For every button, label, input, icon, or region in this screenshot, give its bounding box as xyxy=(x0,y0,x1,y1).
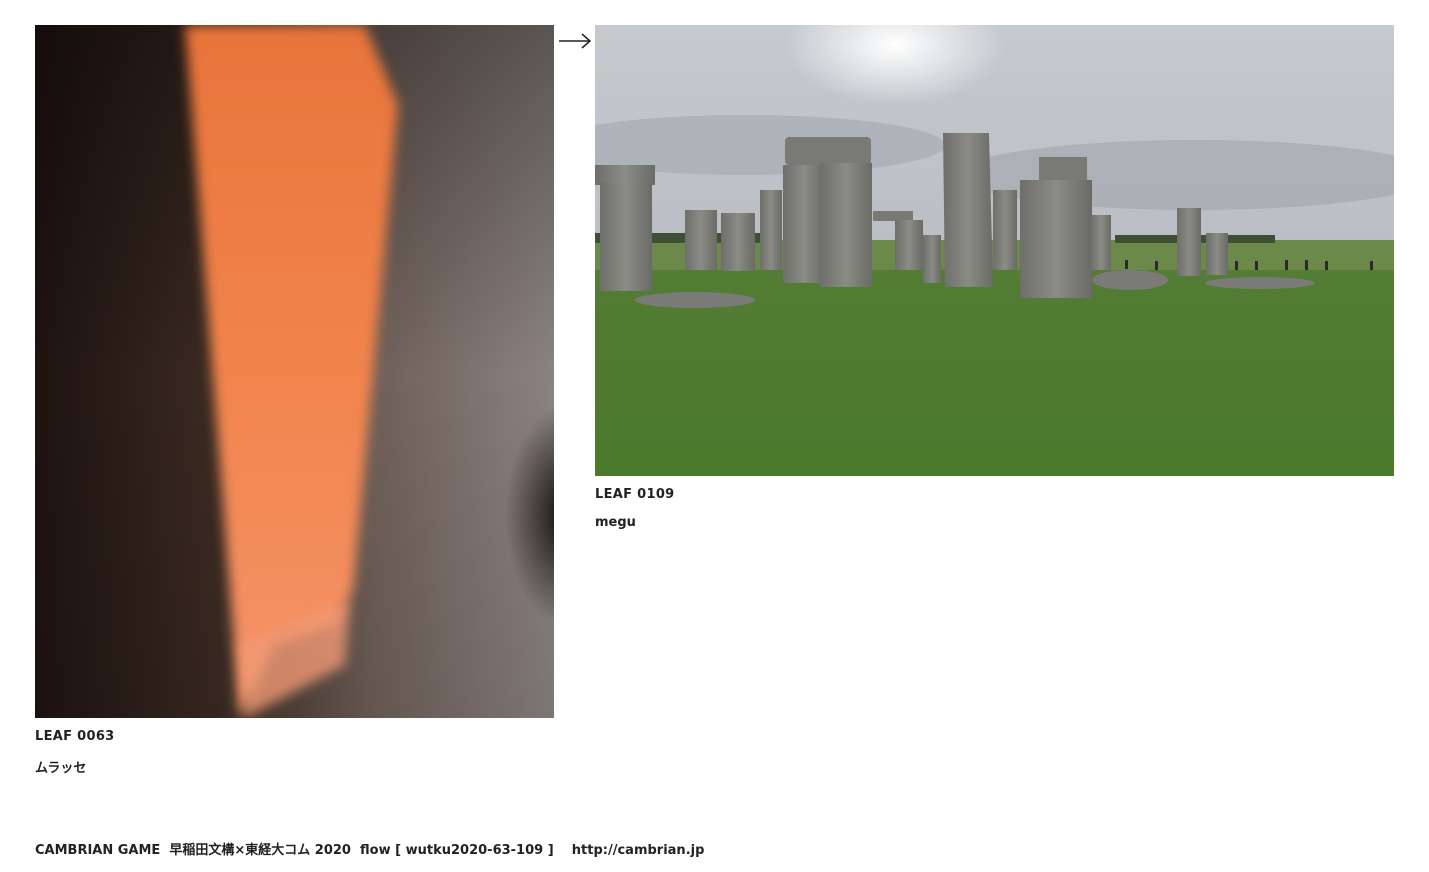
leaf-photo-left[interactable] xyxy=(35,25,554,718)
stonehenge-photo xyxy=(595,25,1394,476)
footer-flow: flow [ wutku2020-63-109 ] xyxy=(360,843,554,858)
leaf-title-left[interactable]: LEAF 0063 xyxy=(35,729,115,744)
right-arrow-icon[interactable] xyxy=(558,30,592,52)
orange-light-on-wall-photo xyxy=(35,25,554,718)
footer: CAMBRIAN GAME 早稲田文構×東経大コム 2020 flow [ wu… xyxy=(35,839,704,858)
footer-project: 早稲田文構×東経大コム 2020 xyxy=(169,843,351,858)
footer-url-link[interactable]: http://cambrian.jp xyxy=(572,843,705,858)
leaf-title-right[interactable]: LEAF 0109 xyxy=(595,487,675,502)
footer-site-name[interactable]: CAMBRIAN GAME xyxy=(35,843,160,858)
leaf-author-left: ムラッセ xyxy=(35,761,87,776)
leaf-photo-right[interactable] xyxy=(595,25,1394,476)
page: LEAF 0063 ムラッセ LEAF 0109 megu CAMBRIAN G… xyxy=(0,0,1429,872)
leaf-author-right: megu xyxy=(595,515,636,530)
